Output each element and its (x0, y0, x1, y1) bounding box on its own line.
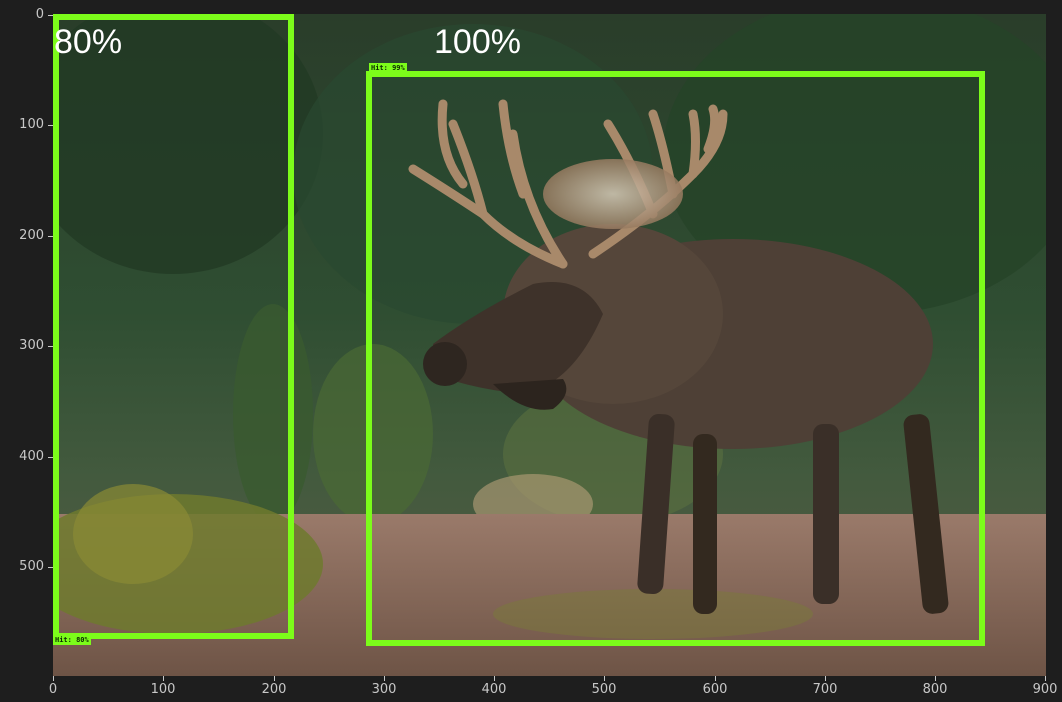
x-tick-label: 200 (261, 682, 287, 697)
y-tick-mark (48, 236, 53, 237)
y-tick-mark (48, 457, 53, 458)
y-tick-mark (48, 567, 53, 568)
detection-box-left (53, 14, 294, 639)
x-tick-label: 900 (1032, 682, 1058, 697)
x-tick-label: 700 (812, 682, 838, 697)
detection-box-right (366, 71, 985, 646)
x-tick-mark (384, 676, 385, 681)
x-tick-mark (825, 676, 826, 681)
x-tick-label: 0 (48, 682, 58, 697)
detection-tag-right: Hit: 99% (369, 63, 407, 73)
y-tick-mark (48, 125, 53, 126)
y-tick-label: 300 (19, 338, 44, 353)
x-tick-label: 100 (150, 682, 176, 697)
x-tick-mark (935, 676, 936, 681)
detection-tag-left: Hit: 80% (53, 635, 91, 645)
y-tick-label: 100 (19, 117, 44, 132)
x-tick-mark (494, 676, 495, 681)
y-tick-mark (48, 15, 53, 16)
confidence-overlay-left: 80% (54, 23, 123, 61)
x-tick-label: 600 (702, 682, 728, 697)
x-tick-mark (274, 676, 275, 681)
x-tick-mark (163, 676, 164, 681)
x-tick-label: 400 (481, 682, 507, 697)
y-tick-label: 0 (35, 7, 44, 22)
x-tick-label: 800 (922, 682, 948, 697)
y-tick-label: 500 (19, 559, 44, 574)
image-plot-area: Hit: 80% Hit: 99% 80% 100% (53, 14, 1046, 676)
x-tick-mark (715, 676, 716, 681)
x-tick-label: 500 (591, 682, 617, 697)
y-tick-label: 200 (19, 228, 44, 243)
y-tick-mark (48, 346, 53, 347)
x-tick-mark (53, 676, 54, 681)
x-tick-mark (604, 676, 605, 681)
y-tick-label: 400 (19, 449, 44, 464)
x-tick-label: 300 (371, 682, 397, 697)
confidence-overlay-right: 100% (434, 23, 521, 61)
x-tick-mark (1045, 676, 1046, 681)
